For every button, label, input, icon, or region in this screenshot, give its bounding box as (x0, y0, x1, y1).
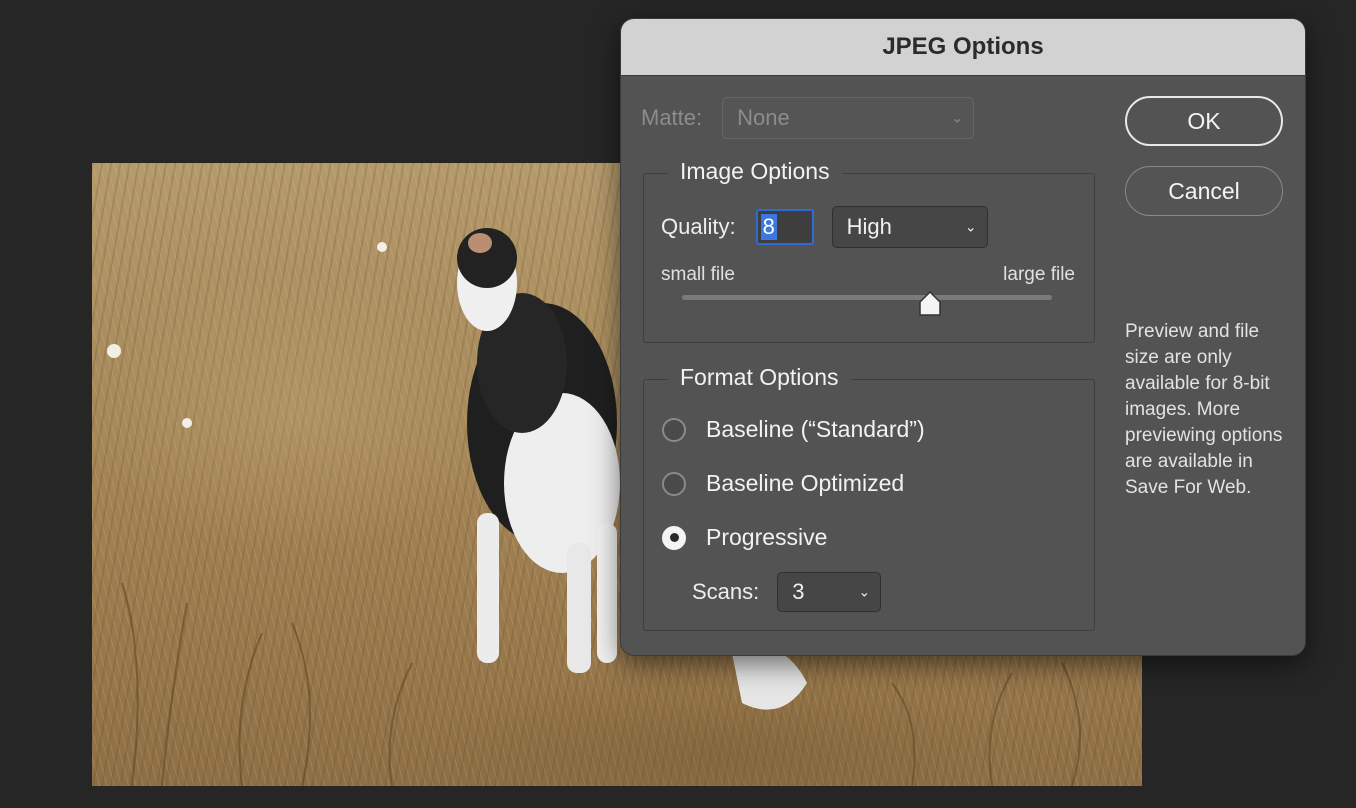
format-options-heading: Format Options (668, 364, 851, 391)
preview-info-text: Preview and file size are only available… (1125, 321, 1283, 498)
image-options-heading: Image Options (668, 158, 842, 185)
chevron-down-icon: ⌄ (964, 218, 977, 235)
progressive-label: Progressive (706, 524, 828, 550)
large-file-label: large file (1003, 264, 1075, 285)
dialog-titlebar[interactable]: JPEG Options (621, 19, 1305, 76)
baseline-standard-option[interactable]: Baseline (“Standard”) (662, 416, 925, 443)
baseline-standard-radio[interactable] (662, 417, 686, 442)
scans-label: Scans: (692, 579, 760, 604)
quality-row: Quality: 8 High ⌄ (661, 206, 988, 248)
quality-preset-select[interactable]: High ⌄ (831, 206, 988, 248)
format-options-group: Format Options Baseline (“Standard”) Bas… (643, 364, 1095, 631)
small-file-label: small file (661, 264, 735, 285)
matte-select: None ⌄ (722, 97, 975, 139)
quality-slider-thumb[interactable] (918, 291, 942, 317)
scans-select[interactable]: 3 ⌄ (777, 572, 882, 612)
baseline-optimized-radio[interactable] (662, 471, 686, 496)
baseline-optimized-option[interactable]: Baseline Optimized (662, 470, 904, 497)
quality-preset-value: High (846, 214, 892, 239)
quality-input[interactable]: 8 (755, 209, 814, 245)
cancel-button[interactable]: Cancel (1125, 166, 1283, 216)
baseline-standard-label: Baseline (“Standard”) (706, 416, 925, 442)
scans-row: Scans: 3 ⌄ (692, 572, 882, 612)
jpeg-options-dialog: JPEG Options Matte: None ⌄ Image Options… (620, 18, 1306, 656)
progressive-option[interactable]: Progressive (662, 524, 827, 551)
chevron-down-icon: ⌄ (951, 109, 964, 126)
baseline-optimized-label: Baseline Optimized (706, 470, 905, 496)
quality-label: Quality: (661, 214, 736, 239)
quality-slider-track[interactable] (682, 291, 1052, 316)
quality-value: 8 (760, 214, 777, 240)
matte-value: None (737, 105, 790, 130)
progressive-radio[interactable] (662, 525, 686, 550)
image-options-group: Image Options Quality: 8 High ⌄ small fi… (643, 158, 1095, 343)
matte-row: Matte: None ⌄ (641, 97, 975, 139)
dialog-title: JPEG Options (882, 33, 1044, 60)
scans-value: 3 (792, 579, 805, 604)
ok-button[interactable]: OK (1125, 96, 1283, 146)
chevron-down-icon: ⌄ (858, 583, 871, 600)
matte-label: Matte: (641, 105, 703, 130)
